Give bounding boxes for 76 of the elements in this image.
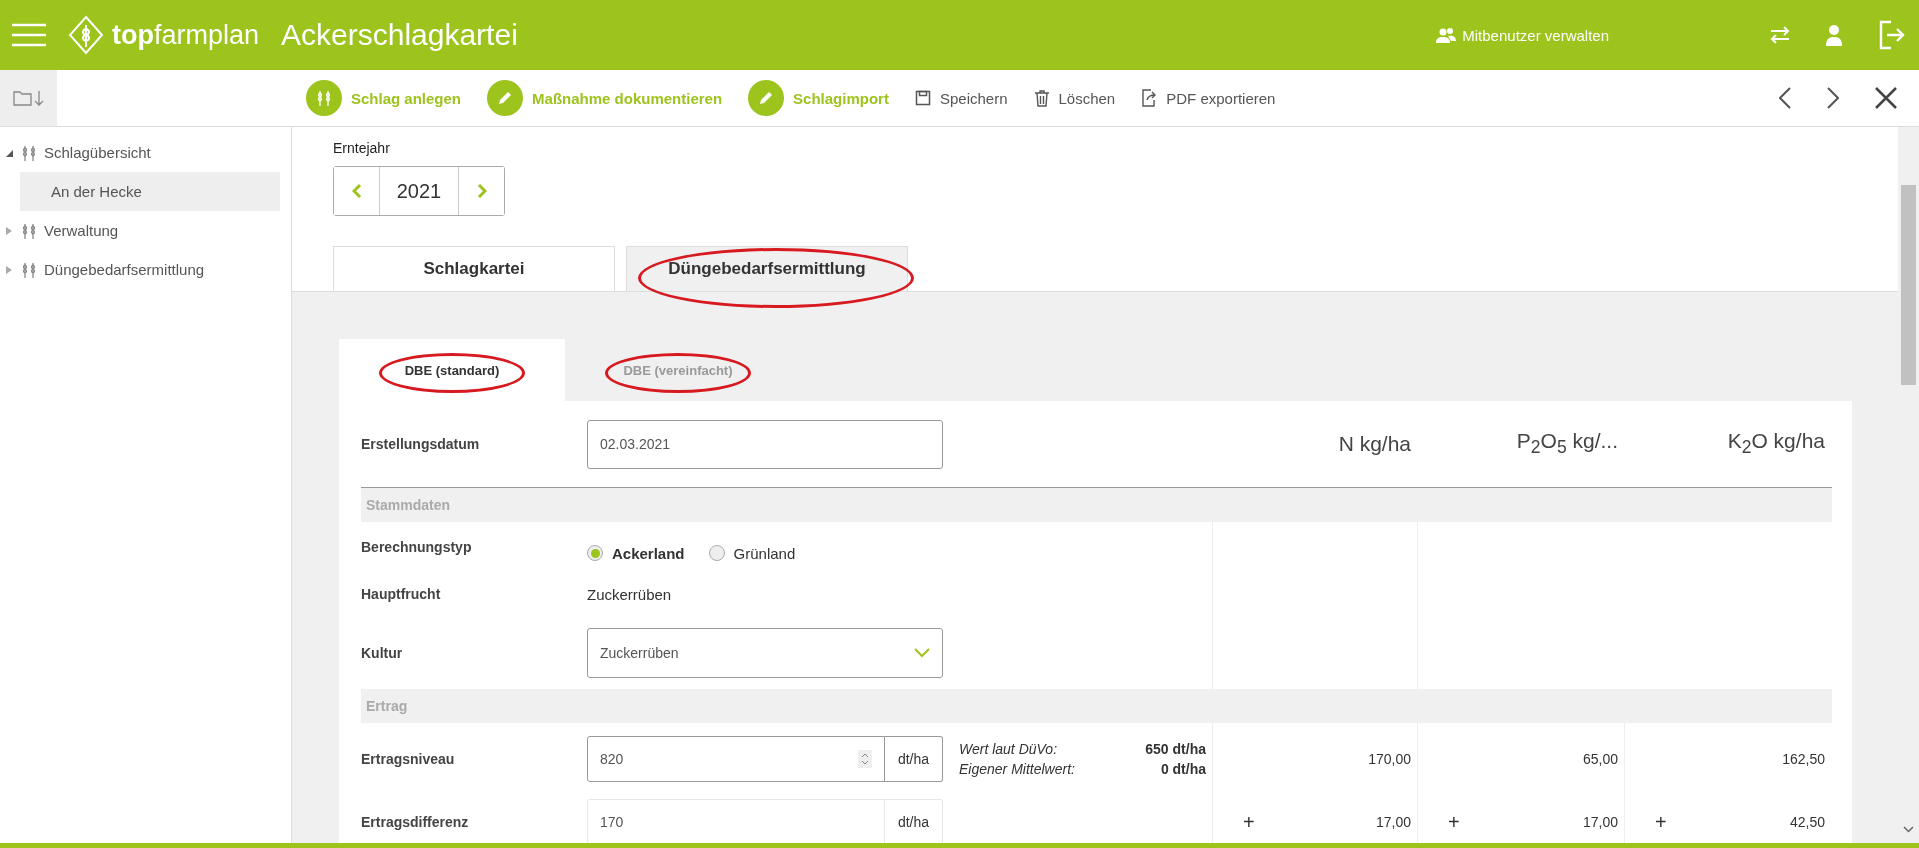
field-label: Hauptfrucht — [361, 586, 442, 602]
triangle-right-icon[interactable] — [4, 264, 14, 275]
tree-label: Düngebedarfsermittlung — [44, 261, 205, 278]
number-field[interactable]: 820 — [587, 735, 885, 782]
folder-arrow-icon — [12, 89, 45, 107]
tree-item[interactable]: An der Hecke — [20, 172, 280, 211]
toolbar-button[interactable]: PDF exportieren — [1141, 89, 1276, 107]
field-label: Ertragsdifferenz — [361, 814, 470, 830]
scrollbar-thumb[interactable] — [1901, 185, 1916, 385]
tree-item[interactable]: Düngebedarfsermittlung — [0, 250, 291, 289]
field-value: Zuckerrüben — [587, 585, 673, 603]
export-icon — [1141, 89, 1158, 107]
value-text: 17,00 — [1582, 814, 1618, 830]
select-field[interactable]: Zuckerrüben — [587, 627, 943, 678]
radio-option[interactable]: Grünland — [708, 544, 796, 562]
info-label: Wert laut DüVo: — [959, 740, 1059, 757]
tree-item[interactable]: Schlagübersicht — [0, 133, 291, 172]
user-icon[interactable] — [1825, 24, 1843, 46]
menu-icon[interactable] — [12, 23, 46, 47]
wheat-icon — [20, 143, 38, 162]
chevron-right-icon[interactable] — [1827, 87, 1839, 109]
pencil-icon — [487, 80, 524, 116]
tab[interactable]: DBE (standard) — [339, 339, 565, 401]
unit-label: dt/ha — [885, 735, 943, 782]
chevron-down-icon — [914, 647, 930, 658]
wheat-symbol-icon — [315, 89, 333, 107]
field-label: Ertragsniveau — [361, 750, 456, 767]
tree-label: Verwaltung — [44, 222, 119, 239]
logo-text: topfarmplan — [112, 19, 260, 51]
triangle-right-icon[interactable] — [4, 225, 14, 236]
wheat-icon — [20, 260, 38, 279]
swap-icon[interactable] — [1769, 25, 1791, 45]
wheat-icon — [20, 221, 38, 240]
pencil-icon — [748, 80, 785, 116]
value-text: 162,50 — [1782, 750, 1825, 767]
plus-sign: + — [1243, 810, 1255, 834]
column-header: N kg/ha — [1337, 432, 1412, 456]
tree-item[interactable]: Verwaltung — [0, 211, 291, 250]
value-text: 65,00 — [1582, 750, 1618, 767]
value-text: 17,00 — [1375, 814, 1411, 830]
chevron-right-icon — [476, 183, 487, 199]
toolbar-button[interactable]: Speichern — [914, 89, 1008, 107]
info-value: 0 dt/ha — [1159, 760, 1206, 777]
plus-sign: + — [1655, 810, 1667, 834]
year-label: Erntejahr — [333, 140, 391, 156]
plus-sign: + — [1448, 810, 1460, 834]
value-text: 42,50 — [1789, 814, 1825, 830]
wheat-diamond-icon — [68, 15, 104, 55]
field-label: Erstellungsdatum — [361, 436, 481, 452]
trash-icon — [1033, 89, 1050, 107]
column-header: P$_{2}$O$_{5}$ kg/... — [1515, 429, 1619, 459]
logout-icon[interactable] — [1877, 20, 1905, 50]
section-header: Stammdaten — [361, 488, 1832, 522]
info-value: 650 dt/ha — [1145, 740, 1206, 757]
collapse-tree-button[interactable] — [0, 70, 57, 126]
save-icon — [914, 90, 931, 106]
radio-option[interactable]: Ackerland — [587, 544, 685, 562]
app-title: Ackerschlagkartei — [281, 18, 518, 52]
field-label: Kultur — [361, 644, 404, 661]
tree-label: Schlagübersicht — [44, 144, 151, 161]
scrollbar[interactable] — [1898, 127, 1919, 843]
spinner-icon[interactable] — [858, 749, 872, 768]
close-icon[interactable] — [1875, 87, 1897, 109]
field-label: Berechnungstyp — [361, 539, 473, 555]
column-header: K$_{2}$O kg/ha — [1726, 429, 1826, 459]
tab[interactable]: Düngebedarfsermittlung — [626, 246, 908, 291]
toolbar-button[interactable]: Löschen — [1033, 89, 1116, 107]
date-field[interactable]: 02.03.2021 — [587, 419, 943, 469]
chevron-left-icon — [351, 183, 362, 199]
chevron-left-icon[interactable] — [1779, 87, 1791, 109]
tab[interactable]: Schlagkartei — [333, 246, 615, 291]
section-header: Ertrag — [361, 689, 1832, 723]
users-icon — [1436, 27, 1457, 43]
chevron-down-icon[interactable] — [1903, 826, 1914, 833]
info-label: Eigener Mittelwert: — [959, 760, 1076, 777]
value-text: 170,00 — [1368, 750, 1411, 767]
